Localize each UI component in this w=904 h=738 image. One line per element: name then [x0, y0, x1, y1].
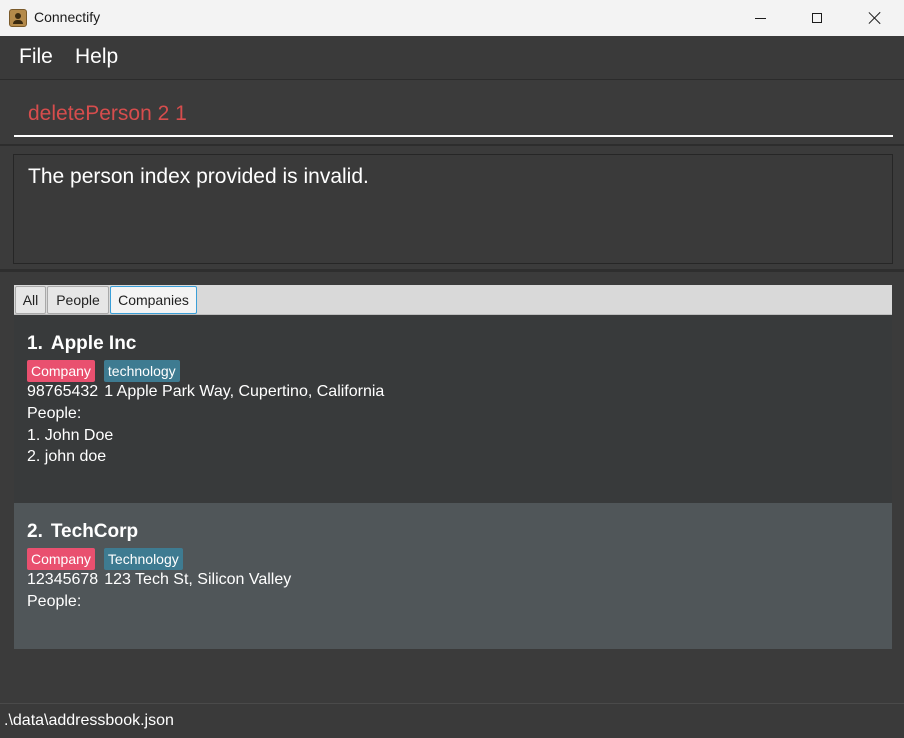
tag-list: Company technology	[27, 360, 180, 382]
maximize-button[interactable]	[788, 0, 846, 36]
save-file-path: .\data\addressbook.json	[4, 712, 174, 729]
tag-company: Company	[27, 548, 95, 570]
company-card[interactable]: 1. Apple Inc Company technology 98765432 1…	[14, 315, 892, 503]
maximize-icon	[812, 13, 822, 23]
result-message: The person index provided is invalid.	[28, 165, 369, 188]
company-phone: 98765432	[27, 383, 99, 400]
company-phone: 12345678	[27, 571, 99, 588]
close-button[interactable]	[846, 0, 904, 36]
people-label: People:	[27, 593, 82, 610]
tag-industry: technology	[103, 360, 180, 382]
panel-divider	[0, 269, 904, 272]
command-input[interactable]	[14, 93, 893, 137]
tag-company: Company	[27, 360, 95, 382]
company-contact-line: 98765432 1 Apple Park Way, Cupertino, Cal…	[27, 383, 384, 401]
person-entry: 1. John Doe	[27, 427, 114, 444]
window-title: Connectify	[34, 9, 101, 25]
tab-all[interactable]: All	[15, 286, 46, 314]
company-name: 2. TechCorp	[27, 521, 138, 543]
company-address: 1 Apple Park Way, Cupertino, California	[104, 383, 385, 400]
company-card[interactable]: 2. TechCorp Company Technology 12345678 12…	[14, 503, 892, 649]
company-index: 2.	[27, 521, 43, 542]
tab-bar: All People Companies	[14, 285, 892, 315]
company-list: 1. Apple Inc Company technology 98765432 1…	[14, 315, 892, 649]
menu-file[interactable]: File	[19, 45, 53, 69]
close-icon	[868, 11, 882, 25]
people-label: People:	[27, 405, 82, 422]
company-contact-line: 12345678 123 Tech St, Silicon Valley	[27, 571, 291, 589]
menu-bar: File Help	[0, 36, 904, 80]
company-address: 123 Tech St, Silicon Valley	[104, 571, 292, 588]
app-contact-icon	[9, 9, 27, 27]
minimize-button[interactable]	[731, 0, 789, 36]
minimize-icon	[754, 17, 766, 19]
company-name: 1. Apple Inc	[27, 333, 136, 355]
tab-people[interactable]: People	[47, 286, 109, 314]
company-index: 1.	[27, 333, 43, 354]
company-name-text: Apple Inc	[50, 333, 137, 354]
title-bar: Connectify	[0, 0, 904, 36]
tag-industry: Technology	[103, 548, 183, 570]
menu-help[interactable]: Help	[75, 45, 118, 69]
company-name-text: TechCorp	[50, 521, 139, 542]
person-entry: 2. john doe	[27, 448, 107, 465]
command-box	[0, 81, 904, 146]
tag-list: Company Technology	[27, 548, 183, 570]
result-display: The person index provided is invalid.	[13, 154, 893, 264]
tab-companies[interactable]: Companies	[110, 286, 197, 314]
status-bar: .\data\addressbook.json	[0, 703, 904, 738]
